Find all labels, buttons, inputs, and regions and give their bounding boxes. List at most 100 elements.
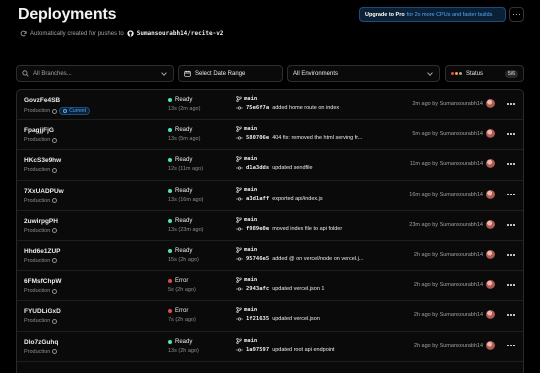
upgrade-banner[interactable]: Upgrade to Pro for 2x more CPUs and fast… [359,7,506,22]
deployment-row[interactable]: Dlo7zGuhq Production Ready 13s (2h ago) … [17,332,523,362]
status-dot-icon [168,218,172,223]
commit-info[interactable]: f989e0e moved index file to api folder [236,226,342,232]
info-icon [52,198,58,204]
avatar[interactable] [486,340,495,350]
status-label: Error [175,278,189,285]
deployment-row[interactable]: GovzFe4SB Production Current Ready 13s (… [17,90,523,121]
commit-info[interactable]: a3d1aff exported api/index.js [236,196,323,202]
commit-info[interactable]: 580706e 404 fix: removed the html servin… [236,135,362,141]
branch-filter-placeholder: All Branches... [33,70,72,77]
commit-info[interactable]: d1a3dds updated sendfile [236,165,313,171]
deployment-id[interactable]: 2uwirpgPH [24,218,58,225]
avatar[interactable] [486,159,495,169]
row-more-button[interactable] [507,103,515,105]
branch-filter[interactable]: All Branches... [16,65,174,82]
branch-name[interactable]: main [236,96,339,102]
info-icon [52,288,58,294]
build-duration: 13s (2h ago) [168,347,199,354]
branch-name[interactable]: main [236,156,313,162]
avatar[interactable] [486,99,495,108]
environment-filter[interactable]: All Environments [287,65,440,82]
info-icon [52,108,58,114]
environment-label: Production [24,167,51,174]
commit-message: added @ on vercel/node on vercel.j... [272,255,364,262]
branch-name[interactable]: main [236,126,362,132]
row-more-button[interactable] [507,133,515,135]
more-options-button[interactable] [509,7,524,22]
avatar[interactable] [486,310,495,320]
deployment-row[interactable]: HKcS3e9hw Production Ready 12s (11m ago)… [17,150,523,181]
commit-sha: 580706e [246,135,270,142]
deployment-id[interactable]: HKcS3e9hw [24,157,61,164]
avatar[interactable] [486,280,495,290]
commit-icon [236,256,243,262]
branch-name[interactable]: main [236,187,323,193]
commit-info[interactable]: 75e6f7a added home route on index [236,105,339,111]
ellipsis-icon [507,284,515,286]
row-more-button[interactable] [507,223,515,226]
current-label: Current [69,108,86,114]
avatar[interactable] [486,219,495,229]
deployment-id[interactable]: GovzFe4SB [24,97,90,104]
deployment-row[interactable]: FpagjjFjG Production Ready 13s (5m ago) … [17,120,523,151]
ellipsis-icon [507,344,515,347]
status-label: Ready [175,187,193,194]
commit-info[interactable]: 95746e5 added @ on vercel/node on vercel… [236,256,363,262]
row-more-button[interactable] [507,253,515,256]
branch-label: main [244,156,258,163]
deployment-status: Error [168,278,196,284]
row-more-button[interactable] [507,193,515,196]
environment-filter-label: All Environments [293,70,339,77]
branch-name[interactable]: main [236,217,342,223]
deployment-id[interactable]: FYUDLiGxD [24,308,61,315]
commit-sha: 1a97597 [246,346,270,353]
repo-link[interactable]: Sumansourabh14/recite-v2 [137,30,224,37]
status-filter[interactable]: Status 5/6 [445,65,524,82]
ellipsis-icon [507,103,515,105]
info-icon [52,318,58,324]
row-more-button[interactable] [507,284,515,286]
upgrade-description: for 2x more CPUs and faster builds [406,11,493,18]
commit-icon [236,105,243,111]
commit-sha: 2943afc [246,286,270,293]
branch-name[interactable]: main [236,307,320,313]
commit-info[interactable]: 2943afc updated vercel.json 1 [236,286,324,292]
branch-name[interactable]: main [236,277,324,283]
branch-label: main [244,216,258,223]
chevron-down-icon [427,69,433,76]
branch-name[interactable]: main [236,247,363,253]
commit-info[interactable]: 1f21635 updated vercel.json [236,316,320,322]
avatar[interactable] [486,249,495,259]
deployments-list: GovzFe4SB Production Current Ready 13s (… [16,89,524,373]
ellipsis-icon [507,133,515,135]
status-count-badge: 5/6 [505,69,518,78]
deployment-id[interactable]: Dlo7zGuhq [24,339,58,346]
chevron-down-icon [161,69,167,76]
avatar[interactable] [486,189,495,199]
github-icon [127,30,134,37]
deployment-status: Ready [168,339,199,345]
deployment-row[interactable]: 7XxUADPUw Production Ready 13s (16m ago)… [17,181,523,211]
deployment-row[interactable]: Hhd6e1ZUP Production Ready 15s (2h ago) … [17,241,523,272]
date-range-picker[interactable]: Select Date Range [178,65,283,82]
deployment-id[interactable]: FpagjjFjG [24,127,57,134]
current-icon [63,109,68,113]
avatar[interactable] [486,129,495,139]
deployment-id[interactable]: 7XxUADPUw [24,188,64,195]
commit-info[interactable]: 1a97597 updated root api endpoint [236,347,335,353]
row-more-button[interactable] [507,344,515,347]
branch-icon [236,277,242,284]
page-title: Deployments [18,6,117,23]
environment-label: Production [24,288,51,295]
deployment-row[interactable]: 6FMsfChpW Production Error 5s (2h ago) m… [17,271,523,302]
branch-name[interactable]: main [236,338,335,344]
row-more-button[interactable] [507,163,515,166]
deployment-row[interactable]: 2uwirpgPH Production Ready 13s (23m ago)… [17,211,523,241]
row-more-button[interactable] [507,314,515,317]
deployment-row[interactable]: FYUDLiGxD Production Error 7s (2h ago) m… [17,301,523,332]
deployment-id[interactable]: 6FMsfChpW [24,278,62,285]
deployment-id[interactable]: Hhd6e1ZUP [24,248,60,255]
info-icon [52,167,58,173]
deployed-time-author: 11m ago by Sumansourabh14 [409,161,483,168]
deployment-status: Ready [168,127,200,133]
